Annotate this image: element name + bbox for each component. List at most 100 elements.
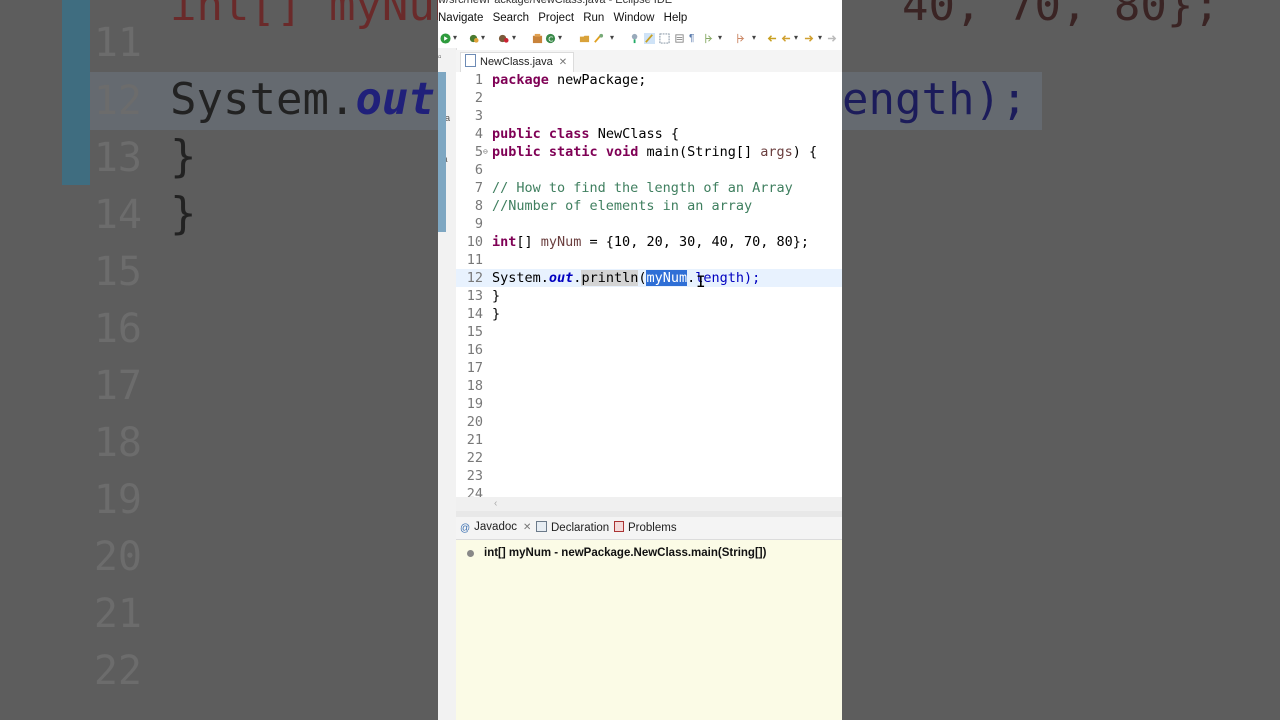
code-text: = {10, 20, 30, 40, 70, 80}; [581, 234, 809, 250]
svg-text:C: C [548, 34, 553, 43]
method-call: println [581, 270, 639, 286]
code-line: 16 [456, 341, 842, 359]
code-editor[interactable]: 1 package newPackage; 2 3 4 public class N… [456, 72, 842, 500]
debug-icon[interactable] [468, 33, 479, 44]
menu-run[interactable]: Run [583, 12, 604, 24]
keyword: int [492, 234, 517, 250]
code-line: 4 public class NewClass { [456, 125, 842, 143]
menu-navigate[interactable]: Navigate [438, 12, 483, 24]
next-annotation-icon[interactable] [703, 33, 714, 44]
tab-declaration[interactable]: Declaration [536, 521, 609, 534]
bottom-view-tabs: @ Javadoc ✕ Declaration Problems [456, 517, 842, 540]
variable: myNum [540, 234, 582, 250]
mark-occurrences-icon[interactable] [644, 33, 655, 44]
at-sign-icon: @ [460, 523, 471, 534]
menu-window[interactable]: Window [614, 12, 655, 24]
next-annotation-dropdown-icon[interactable]: ▾ [718, 33, 729, 44]
editor-tab-newclass[interactable]: NewClass.java ✕ [460, 52, 575, 73]
code-text: [] [516, 234, 541, 250]
last-edit-location-icon[interactable] [766, 33, 777, 44]
line-number: 20 [466, 414, 483, 430]
new-class-dropdown-icon[interactable]: ▾ [558, 33, 569, 44]
code-line: 20 [456, 413, 842, 431]
previous-annotation-dropdown-icon[interactable]: ▾ [752, 33, 763, 44]
bg-line-number: 11 [93, 20, 142, 66]
toggle-breadcrumb-icon[interactable] [630, 33, 641, 44]
forward-history-icon[interactable] [827, 33, 838, 44]
bg-line-number: 15 [93, 249, 142, 295]
bg-code-field: out [355, 74, 435, 125]
javadoc-signature: int[] myNum - newPackage.NewClass.main(S… [484, 547, 767, 559]
tab-javadoc[interactable]: @ Javadoc ✕ [460, 521, 531, 534]
debug-dropdown-icon[interactable]: ▾ [481, 33, 492, 44]
code-line: 19 [456, 395, 842, 413]
code-line: 13} [456, 287, 842, 305]
line-number: 8 [474, 198, 483, 214]
fold-collapse-icon[interactable]: ⊖ [483, 143, 488, 161]
new-package-icon[interactable] [532, 33, 543, 44]
editor-tab-bar: NewClass.java ✕ [456, 50, 842, 73]
search-icon[interactable] [593, 33, 604, 44]
background-zoom-right: 40, 70, 80}; ength); [842, 0, 1280, 720]
open-type-icon[interactable] [579, 33, 590, 44]
horizontal-scrollbar[interactable]: ‹ [456, 497, 842, 511]
bg-line-number: 21 [93, 591, 142, 637]
line-number: 2 [474, 90, 483, 106]
line-number: 18 [466, 378, 483, 394]
code-line: 17 [456, 359, 842, 377]
line-number: 22 [466, 450, 483, 466]
forward-icon[interactable] [804, 33, 815, 44]
line-number: 17 [466, 360, 483, 376]
close-icon[interactable]: ✕ [559, 57, 567, 68]
line-number: 14 [466, 306, 483, 322]
code-text: NewClass { [589, 126, 679, 142]
search-dropdown-icon[interactable]: ▾ [610, 33, 621, 44]
menu-help[interactable]: Help [664, 12, 688, 24]
coverage-icon[interactable] [498, 33, 509, 44]
bg-line-number: 13 [93, 135, 142, 181]
code-text: } [492, 306, 501, 322]
code-line: 11 [456, 251, 842, 269]
scroll-left-icon[interactable]: ‹ [494, 498, 497, 509]
previous-annotation-icon[interactable] [735, 33, 746, 44]
bg-code-text: System. [170, 74, 356, 125]
code-text: main(String[] [638, 144, 761, 160]
line-number: 7 [474, 180, 483, 196]
block-selection-icon[interactable] [659, 33, 670, 44]
line-number: 21 [466, 432, 483, 448]
static-field: out [548, 270, 574, 286]
java-file-icon [465, 54, 476, 67]
menu-search[interactable]: Search [493, 12, 529, 24]
bg-code-top-right: 40, 70, 80}; [902, 0, 1220, 31]
menu-project[interactable]: Project [538, 12, 574, 24]
comment: // How to find the length of an Array [492, 180, 793, 196]
bg-code-line-14: } [170, 188, 197, 239]
back-icon[interactable] [780, 33, 791, 44]
text-cursor-icon: I [696, 272, 706, 291]
run-icon[interactable] [440, 33, 451, 44]
new-class-icon[interactable]: C [545, 33, 556, 44]
line-number: 10 [466, 234, 483, 250]
word-wrap-icon[interactable] [674, 33, 685, 44]
code-line: 18 [456, 377, 842, 395]
coverage-dropdown-icon[interactable]: ▾ [512, 33, 523, 44]
bg-line-number: 17 [93, 363, 142, 409]
code-text: System. [492, 270, 549, 286]
close-icon[interactable]: ✕ [523, 522, 531, 533]
line-number: 6 [474, 162, 483, 178]
bg-code-line-12: System.out [170, 74, 435, 125]
line-number: 9 [474, 216, 483, 232]
code-line: 23 [456, 467, 842, 485]
minimize-icon[interactable]: ▫ [438, 52, 442, 63]
keyword: public [492, 144, 541, 160]
eclipse-window: w/src/newPackage/NewClass.java - Eclipse… [438, 0, 842, 720]
keyword: package [492, 72, 549, 88]
keyword: void [605, 144, 639, 160]
show-whitespace-icon[interactable]: ¶ [689, 33, 700, 44]
selected-text: myNum [646, 270, 688, 286]
run-dropdown-icon[interactable]: ▾ [453, 33, 464, 44]
tab-problems[interactable]: Problems [614, 521, 677, 534]
code-text: newPackage; [548, 72, 647, 88]
keyword: class [548, 126, 590, 142]
comment: //Number of elements in an array [492, 198, 753, 214]
